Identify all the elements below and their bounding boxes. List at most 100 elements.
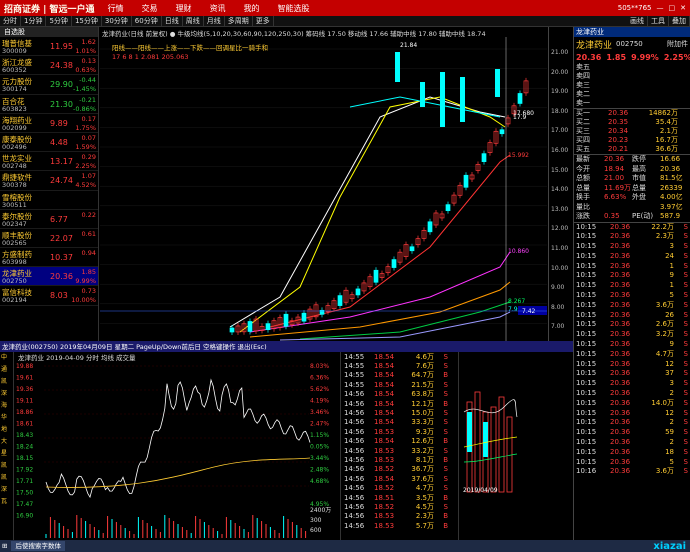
tick-cell: S <box>683 398 688 407</box>
period-tab[interactable]: 15分钟 <box>72 16 102 26</box>
watchlist-row[interactable]: 泰尔股份 002347 6.77 0.22 <box>0 210 98 229</box>
stock-change: 1.07 <box>81 172 96 181</box>
watchlist-row[interactable]: 百合花 603823 21.30 -0.21 -0.86% <box>0 95 98 114</box>
toolbar-tool[interactable]: 工具 <box>648 16 669 26</box>
side-tag[interactable]: 星 <box>0 448 13 460</box>
mini-date-label: 2019/04/09 <box>463 487 498 494</box>
watchlist-row[interactable]: 鼎捷软件 300378 24.74 1.07 4.52% <box>0 171 98 191</box>
tick-cell: 2 <box>669 389 674 398</box>
watchlist-row[interactable]: 世龙实业 002748 13.17 0.29 2.25% <box>0 152 98 172</box>
maximize-icon[interactable]: □ <box>669 4 676 12</box>
attach-link[interactable]: 附加件 <box>667 39 688 49</box>
menu-item[interactable]: 智能选股 <box>269 3 319 14</box>
side-tag[interactable]: 地 <box>0 424 13 436</box>
watchlist-row[interactable]: 雪榕股份 300511 <box>0 191 98 210</box>
candle-body <box>463 174 469 188</box>
side-tag[interactable]: 中 <box>0 352 13 364</box>
price-change: 1.85 <box>606 52 627 62</box>
period-tab[interactable]: 5分钟 <box>46 16 72 26</box>
candle-body <box>409 246 415 252</box>
side-tag[interactable]: 大 <box>0 436 13 448</box>
period-tab[interactable]: 60分钟 <box>132 16 162 26</box>
tick-cell: 14:55 <box>344 380 365 389</box>
watchlist-row[interactable]: 瑞普信基 300009 11.95 1.62 1.01% <box>0 37 98 57</box>
watchlist-row[interactable]: 海翔药业 002099 9.89 0.17 1.75% <box>0 114 98 133</box>
side-tag[interactable]: 深 <box>0 388 13 400</box>
order-label: 卖一 <box>576 99 590 107</box>
stock-pct: -1.45% <box>73 85 96 94</box>
tick-cell: 20.36 <box>610 457 631 466</box>
period-tab[interactable]: 分时 <box>0 16 21 26</box>
start-icon[interactable]: ⊞ <box>2 542 7 550</box>
tick-cell: 10:15 <box>576 310 597 319</box>
intraday-header: 龙津药业(002750) 2019年04月09日 星期二 PageUp/Down… <box>0 341 573 352</box>
side-tag[interactable]: 深 <box>0 484 13 496</box>
y-tick-label: 16.00 <box>551 147 569 154</box>
period-tab[interactable]: 1分钟 <box>21 16 47 26</box>
price-label: 21.84 <box>400 42 417 49</box>
tick-cell: S <box>683 349 688 358</box>
stat-row: 换手 6.63% 外盘 4.00亿 <box>574 193 690 203</box>
intraday-y-label: 18.61 <box>16 421 33 428</box>
quote-panel: 龙津药业 龙津药业 002750 附加件 20.36 1.85 9.99% 2.… <box>573 27 690 540</box>
watchlist-row[interactable]: 元力股份 300174 29.90 -0.44 -1.45% <box>0 75 98 95</box>
side-tag[interactable]: 凯 <box>0 376 13 388</box>
stock-price: 10.37 <box>50 253 73 263</box>
tick-cell: 3.6万 <box>655 467 674 476</box>
side-tag[interactable]: 华 <box>0 412 13 424</box>
minimize-icon[interactable]: — <box>657 4 664 12</box>
toolbar-tool[interactable]: 画线 <box>627 16 648 26</box>
tick-row: 14:56 18.54 12.1万 B <box>341 399 458 408</box>
tick-cell: 20.36 <box>610 320 631 329</box>
price-pct2: 2.25% <box>663 52 690 62</box>
tick-cell: S <box>683 291 688 300</box>
tick-cell: 10:15 <box>576 232 597 241</box>
period-tab[interactable]: 更多 <box>253 16 274 26</box>
period-toolbar: 分时 1分钟 5分钟 15分钟 30分钟 60分钟 日线 周线 月线 多周期 更多 画线 工具 叠加 <box>0 16 690 27</box>
side-tag[interactable]: 凯 <box>0 460 13 472</box>
stock-price: 24.38 <box>50 61 73 71</box>
user-status[interactable]: 505**765 <box>618 4 652 12</box>
watchlist-row[interactable]: 富信科技 002194 8.03 0.73 10.00% <box>0 286 98 306</box>
side-tag[interactable]: 海 <box>0 400 13 412</box>
menu-item[interactable]: 行情 <box>99 3 133 14</box>
task-item[interactable]: 后使搜索字数体 <box>11 541 65 551</box>
intraday-chart[interactable]: 龙津药业 2019-04-09 分时 均线 成交量19.88 19.61 19.36… <box>14 352 340 540</box>
tick-cell: 14:56 <box>344 521 365 530</box>
menu-item[interactable]: 资讯 <box>201 3 235 14</box>
kline-chart[interactable]: 21.8417.917.68015.99210.8608.2677.9087.4… <box>100 27 547 341</box>
watchlist-row[interactable]: 龙津药业 002750 20.36 1.85 9.99% <box>0 267 98 287</box>
tick-cell: 10:15 <box>576 340 597 349</box>
tick-cell: S <box>443 418 448 427</box>
tick-cell: 10:15 <box>576 349 597 358</box>
tick-cell: 3 <box>669 379 674 388</box>
tick-row: 10:15 20.36 59 S <box>576 428 688 438</box>
side-tag[interactable]: 凯 <box>0 472 13 484</box>
period-tab[interactable]: 多周期 <box>225 16 253 26</box>
window-controls: 505**765 — □ ✕ <box>618 4 690 12</box>
period-tab[interactable]: 日线 <box>162 16 183 26</box>
watchlist-row[interactable]: 方盛制药 603998 10.37 0.94 <box>0 248 98 268</box>
candle-body <box>499 129 505 135</box>
side-tag[interactable]: 瓦 <box>0 496 13 508</box>
tick-cell: 3.2万 <box>655 330 674 339</box>
close-icon[interactable]: ✕ <box>680 4 686 12</box>
toolbar-tool[interactable]: 叠加 <box>669 16 690 26</box>
order-row: 卖五 <box>576 63 688 72</box>
watchlist-row[interactable]: 康泰股份 002496 4.48 0.07 1.59% <box>0 133 98 153</box>
menu-item[interactable]: 我的 <box>235 3 269 14</box>
period-tab[interactable]: 月线 <box>204 16 225 26</box>
menu-item[interactable]: 交易 <box>133 3 167 14</box>
side-tag[interactable]: 通 <box>0 364 13 376</box>
tick-cell: 20.36 <box>610 271 631 280</box>
order-vol: 35.4万 <box>655 118 678 126</box>
stat-cell: 总量 <box>632 183 646 192</box>
watchlist-row[interactable]: 顺丰股份 002565 22.07 0.61 <box>0 229 98 249</box>
watchlist-row[interactable]: 浙江龙盛 600352 24.38 0.13 0.63% <box>0 56 98 76</box>
period-tab[interactable]: 30分钟 <box>102 16 132 26</box>
tick-cell: S <box>683 457 688 466</box>
tick-cell: B <box>443 371 448 380</box>
menu-item[interactable]: 理财 <box>167 3 201 14</box>
stock-change: -0.44 <box>79 76 96 85</box>
period-tab[interactable]: 周线 <box>183 16 204 26</box>
